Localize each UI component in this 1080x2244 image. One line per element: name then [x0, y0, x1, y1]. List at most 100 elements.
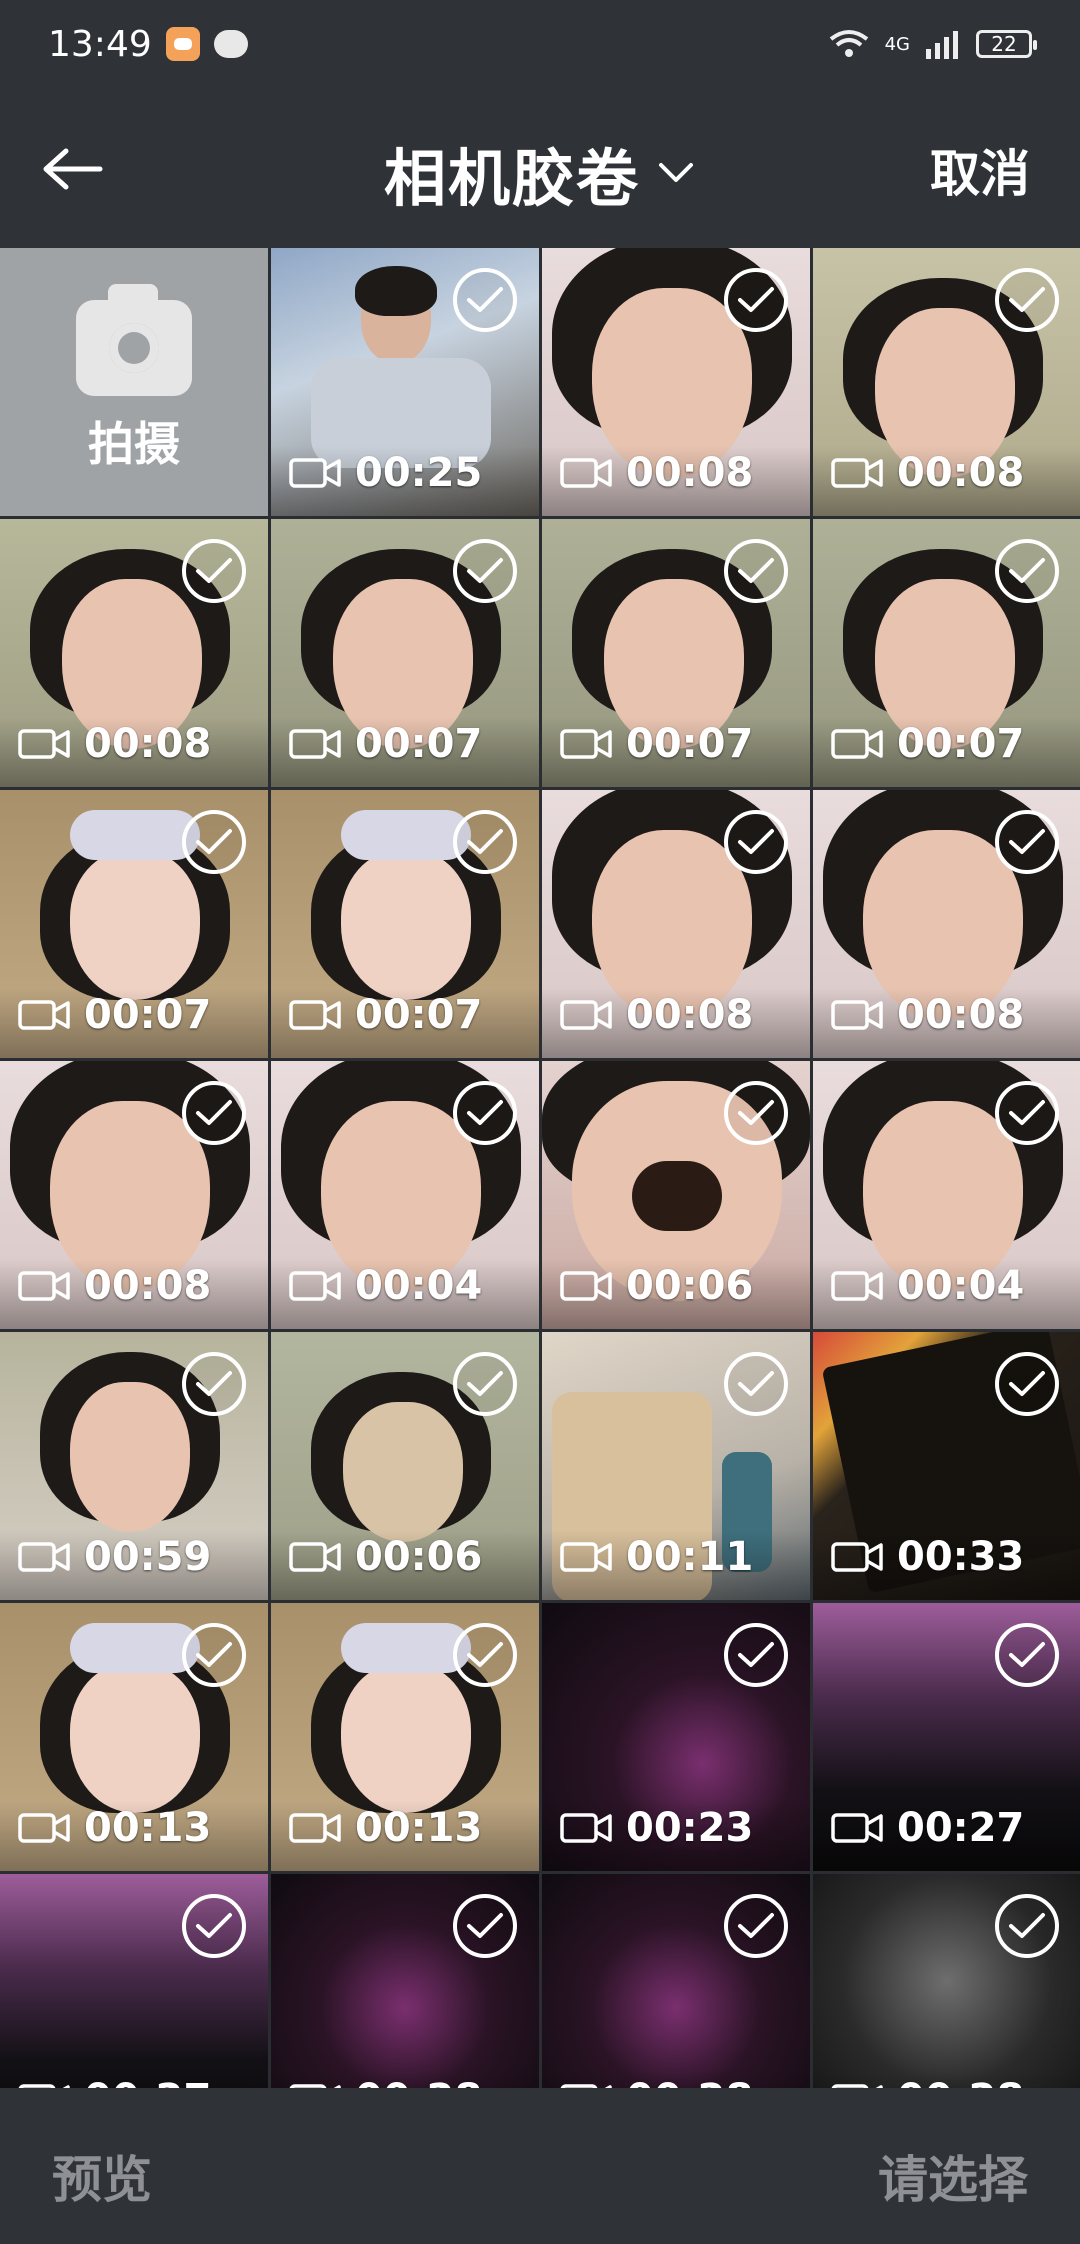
media-grid: 拍摄 00:25 00:08 00:08 00:08 00:07 00:07 0…	[0, 248, 1080, 2088]
network-type: 4G	[884, 33, 910, 55]
select-checkbox[interactable]	[724, 1352, 788, 1416]
select-checkbox[interactable]	[724, 1623, 788, 1687]
cancel-button[interactable]: 取消	[930, 134, 1030, 206]
video-thumbnail[interactable]: 00:27	[813, 1603, 1080, 1871]
video-camera-icon	[289, 458, 341, 488]
video-camera-icon	[18, 1000, 70, 1030]
select-checkbox[interactable]	[995, 268, 1059, 332]
video-thumbnail[interactable]: 00:28	[813, 1874, 1080, 2088]
video-thumbnail[interactable]: 00:08	[0, 1061, 268, 1329]
status-right: 4G 22	[829, 29, 1037, 59]
video-thumbnail[interactable]: 00:07	[271, 519, 539, 787]
select-checkbox[interactable]	[995, 810, 1059, 874]
video-camera-icon	[560, 1542, 612, 1572]
video-duration: 00:07	[18, 992, 211, 1038]
select-checkbox[interactable]	[995, 1894, 1059, 1958]
video-thumbnail[interactable]: 00:07	[271, 790, 539, 1058]
chevron-down-icon	[656, 153, 696, 193]
select-checkbox[interactable]	[182, 1352, 246, 1416]
video-duration: 00:28	[289, 2076, 482, 2088]
top-bar: 相机胶卷 取消	[0, 88, 1080, 248]
select-checkbox[interactable]	[453, 1081, 517, 1145]
video-thumbnail[interactable]: 00:13	[271, 1603, 539, 1871]
preview-button[interactable]: 预览	[52, 2140, 152, 2212]
video-thumbnail[interactable]: 00:28	[542, 1874, 810, 2088]
video-thumbnail[interactable]: 00:06	[271, 1332, 539, 1600]
select-checkbox[interactable]	[182, 1894, 246, 1958]
video-thumbnail[interactable]: 00:08	[542, 248, 810, 516]
video-thumbnail[interactable]: 00:06	[542, 1061, 810, 1329]
video-camera-icon	[289, 1813, 341, 1843]
video-thumbnail[interactable]: 00:13	[0, 1603, 268, 1871]
chat-notification-icon	[213, 30, 248, 58]
video-thumbnail[interactable]: 00:08	[542, 790, 810, 1058]
video-duration: 00:06	[560, 1263, 753, 1309]
video-camera-icon	[289, 1000, 341, 1030]
album-selector[interactable]: 相机胶卷	[0, 128, 1080, 218]
video-camera-icon	[831, 1271, 883, 1301]
select-checkbox[interactable]	[453, 1623, 517, 1687]
video-thumbnail[interactable]: 00:08	[813, 248, 1080, 516]
video-camera-icon	[289, 729, 341, 759]
video-thumbnail[interactable]: 00:07	[542, 519, 810, 787]
select-checkbox[interactable]	[995, 1623, 1059, 1687]
video-thumbnail[interactable]: 00:04	[271, 1061, 539, 1329]
video-thumbnail[interactable]: 00:11	[542, 1332, 810, 1600]
video-duration: 00:06	[289, 1534, 482, 1580]
wifi-icon	[829, 29, 869, 59]
video-thumbnail[interactable]: 00:27	[0, 1874, 268, 2088]
battery-level: 22	[991, 32, 1017, 56]
video-duration: 00:08	[18, 721, 211, 767]
select-checkbox[interactable]	[724, 810, 788, 874]
app-notification-icon	[165, 27, 200, 61]
video-duration: 00:04	[831, 1263, 1024, 1309]
video-camera-icon	[289, 1542, 341, 1572]
video-camera-icon	[560, 458, 612, 488]
select-checkbox[interactable]	[182, 1081, 246, 1145]
video-duration: 00:08	[831, 992, 1024, 1038]
select-checkbox[interactable]	[724, 268, 788, 332]
capture-tile[interactable]: 拍摄	[0, 248, 268, 516]
video-thumbnail[interactable]: 00:59	[0, 1332, 268, 1600]
video-thumbnail[interactable]: 00:04	[813, 1061, 1080, 1329]
video-duration: 00:07	[289, 721, 482, 767]
select-checkbox[interactable]	[995, 1081, 1059, 1145]
select-checkbox[interactable]	[724, 539, 788, 603]
video-thumbnail[interactable]: 00:07	[0, 790, 268, 1058]
video-camera-icon	[831, 729, 883, 759]
video-thumbnail[interactable]: 00:08	[0, 519, 268, 787]
video-thumbnail[interactable]: 00:28	[271, 1874, 539, 2088]
select-checkbox[interactable]	[724, 1081, 788, 1145]
video-thumbnail[interactable]: 00:23	[542, 1603, 810, 1871]
video-camera-icon	[18, 1271, 70, 1301]
video-duration: 00:27	[18, 2076, 211, 2088]
video-thumbnail[interactable]: 00:33	[813, 1332, 1080, 1600]
select-checkbox[interactable]	[453, 539, 517, 603]
select-checkbox[interactable]	[995, 1352, 1059, 1416]
video-duration: 00:08	[560, 450, 753, 496]
select-checkbox[interactable]	[995, 539, 1059, 603]
page-title: 相机胶卷	[383, 142, 640, 215]
video-thumbnail[interactable]: 00:25	[271, 248, 539, 516]
video-camera-icon	[831, 1000, 883, 1030]
select-checkbox[interactable]	[182, 539, 246, 603]
video-duration: 00:25	[289, 450, 482, 496]
video-duration: 00:27	[831, 1805, 1024, 1851]
select-checkbox[interactable]	[453, 1894, 517, 1958]
video-duration: 00:59	[18, 1534, 211, 1580]
select-checkbox[interactable]	[453, 1352, 517, 1416]
video-thumbnail[interactable]: 00:08	[813, 790, 1080, 1058]
status-bar: 13:49 4G 22	[0, 0, 1080, 88]
select-checkbox[interactable]	[182, 1623, 246, 1687]
video-duration: 00:08	[831, 450, 1024, 496]
video-duration: 00:07	[289, 992, 482, 1038]
video-duration: 00:07	[831, 721, 1024, 767]
video-camera-icon	[560, 729, 612, 759]
select-checkbox[interactable]	[724, 1894, 788, 1958]
confirm-select-button[interactable]: 请选择	[878, 2140, 1028, 2212]
select-checkbox[interactable]	[453, 810, 517, 874]
select-checkbox[interactable]	[453, 268, 517, 332]
video-duration: 00:23	[560, 1805, 753, 1851]
video-thumbnail[interactable]: 00:07	[813, 519, 1080, 787]
select-checkbox[interactable]	[182, 810, 246, 874]
